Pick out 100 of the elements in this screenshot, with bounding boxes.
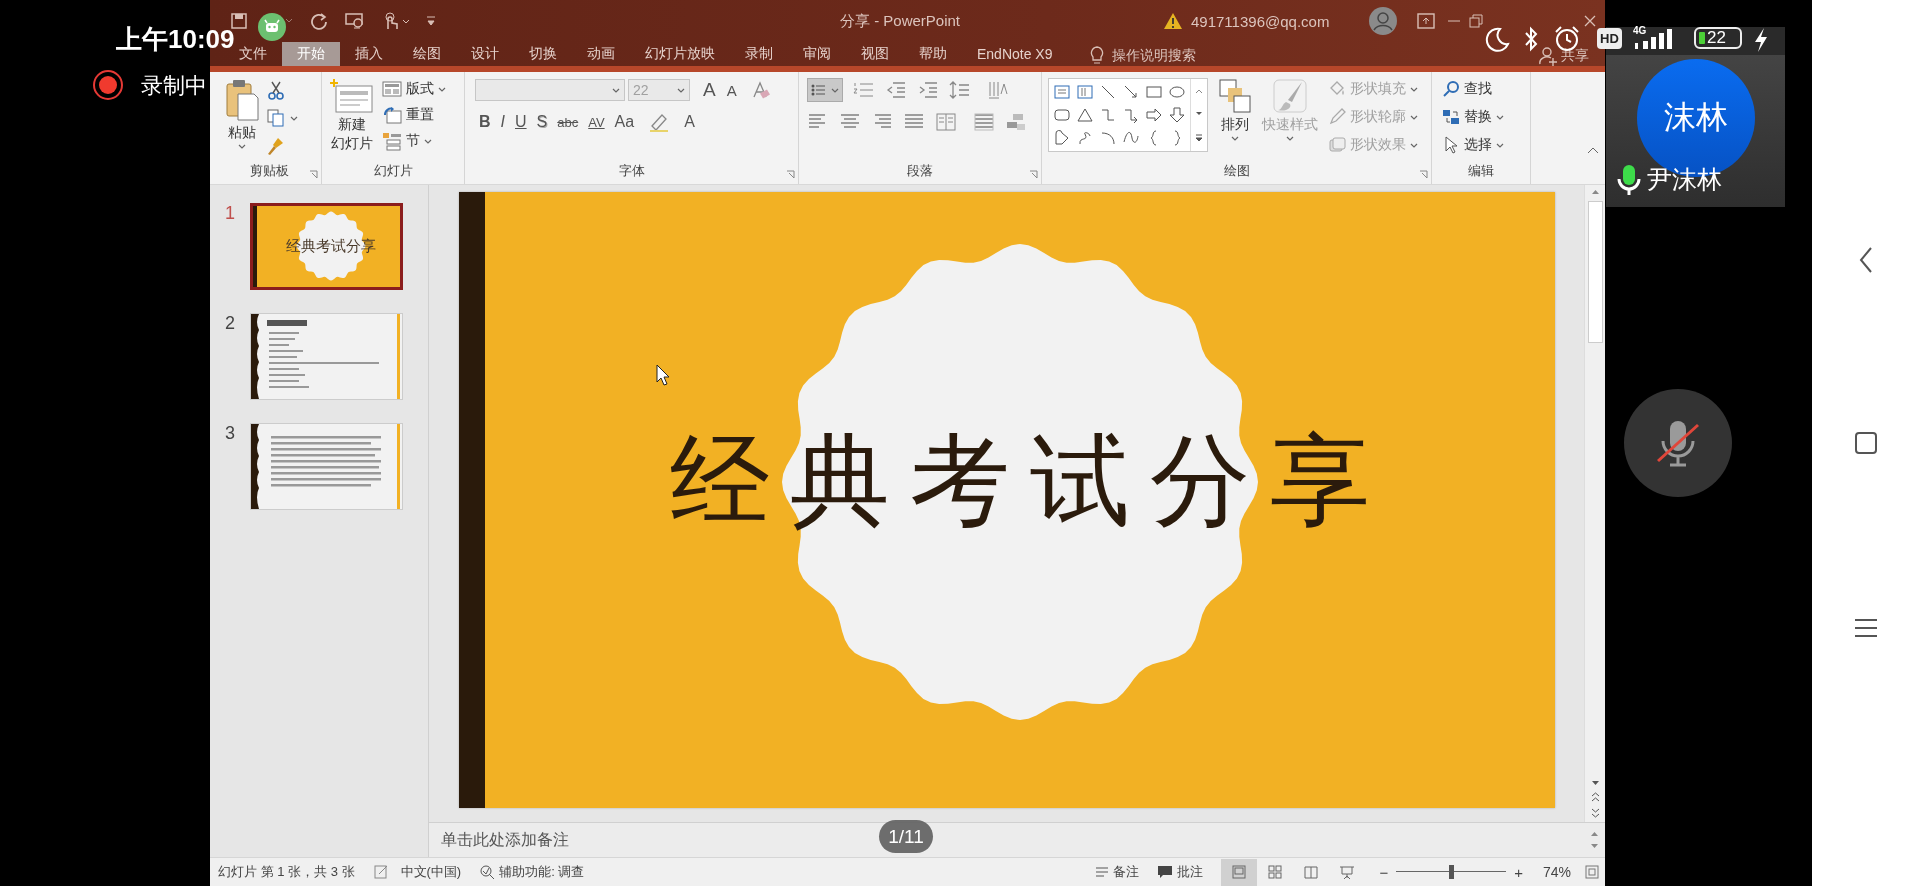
format-painter-icon[interactable]	[266, 136, 286, 156]
scroll-up-icon[interactable]	[1590, 189, 1600, 195]
ribbon-tab[interactable]: 设计	[456, 42, 514, 66]
scroll-up-icon[interactable]	[1590, 831, 1599, 837]
ribbon-button[interactable]: 重置	[382, 104, 446, 126]
shape-icon[interactable]	[1100, 84, 1117, 101]
dropdown-caret-icon[interactable]	[438, 85, 446, 93]
dropdown-caret-icon[interactable]	[1496, 141, 1504, 149]
ribbon-tab[interactable]: 动画	[572, 42, 630, 66]
dropdown-caret-icon[interactable]	[424, 137, 432, 145]
dialog-launcher-icon[interactable]	[1419, 170, 1428, 179]
font-name-field[interactable]	[475, 79, 625, 101]
font-format-button[interactable]: Aa	[610, 110, 639, 134]
dialog-launcher-icon[interactable]	[1029, 170, 1038, 179]
next-slide-icon[interactable]	[1590, 808, 1600, 818]
zoom-slider[interactable]	[1396, 865, 1507, 879]
tell-me-search[interactable]: 操作说明搜索	[1111, 47, 1196, 65]
ribbon-tab[interactable]: 插入	[340, 42, 398, 66]
shape-icon[interactable]	[1168, 107, 1185, 123]
slide-thumbnail[interactable]	[250, 313, 403, 400]
font-format-button[interactable]: I	[496, 110, 509, 134]
ribbon-tab[interactable]: EndNote X9	[962, 42, 1068, 66]
dropdown-caret-icon[interactable]	[831, 86, 839, 94]
previous-slide-icon[interactable]	[1590, 792, 1600, 802]
shape-icon[interactable]	[1145, 107, 1162, 123]
ribbon-button[interactable]: 版式	[382, 78, 446, 100]
accessibility-button[interactable]: 辅助功能: 调查	[479, 863, 585, 881]
scroll-up-icon[interactable]	[1195, 87, 1203, 94]
dropdown-caret-icon[interactable]	[290, 114, 298, 122]
line-spacing-icon[interactable]	[949, 80, 971, 100]
text-direction-icon[interactable]	[987, 80, 1009, 100]
more-icon[interactable]	[1195, 134, 1203, 143]
shape-icon[interactable]	[1122, 107, 1139, 123]
dropdown-caret-icon[interactable]	[677, 86, 685, 94]
font-format-button[interactable]: S	[532, 110, 552, 134]
spell-check-icon[interactable]	[372, 864, 389, 880]
language-button[interactable]: 中文(中国)	[400, 863, 462, 881]
dropdown-caret-icon[interactable]	[238, 142, 246, 150]
font-format-button[interactable]: A	[680, 110, 699, 134]
ribbon-button[interactable]: 节	[382, 130, 446, 152]
shape-icon[interactable]	[1168, 84, 1185, 101]
redo-icon[interactable]	[310, 12, 328, 30]
zoom-out-button[interactable]: −	[1379, 863, 1389, 881]
shape-icon[interactable]	[1054, 107, 1071, 123]
dropdown-caret-icon[interactable]	[1231, 134, 1239, 142]
view-button[interactable]	[1221, 858, 1258, 886]
copy-icon[interactable]	[266, 108, 286, 128]
new-slide-button[interactable]: 新建 幻灯片	[328, 78, 376, 152]
slide-canvas[interactable]: 经典考试分享	[459, 192, 1555, 808]
lightbulb-icon[interactable]	[1089, 46, 1104, 66]
shape-icon[interactable]	[1077, 107, 1094, 123]
scroll-down-icon[interactable]	[1195, 111, 1203, 117]
customize-toolbar-icon[interactable]	[426, 15, 436, 27]
restore-icon[interactable]	[1469, 14, 1484, 28]
font-format-button[interactable]: abc	[553, 110, 583, 134]
fit-to-window-icon[interactable]	[1585, 865, 1599, 879]
decrease-indent-icon[interactable]	[885, 80, 907, 100]
ribbon-button[interactable]: 查找	[1442, 78, 1504, 100]
ribbon-tab[interactable]: 帮助	[904, 42, 962, 66]
vertical-scrollbar[interactable]	[1584, 185, 1605, 822]
presentation-icon[interactable]	[344, 12, 366, 30]
user-avatar-icon[interactable]	[1369, 7, 1398, 35]
ribbon-button[interactable]: 选择	[1442, 134, 1504, 156]
ribbon-tab[interactable]: 切换	[514, 42, 572, 66]
shape-icon[interactable]	[1054, 129, 1071, 146]
ribbon-button[interactable]: 替换	[1442, 106, 1504, 128]
shape-icon[interactable]	[1100, 129, 1117, 146]
shape-icon[interactable]	[1122, 129, 1139, 146]
save-icon[interactable]	[230, 12, 248, 30]
dialog-launcher-icon[interactable]	[309, 170, 318, 179]
increase-font-size-button[interactable]: A	[699, 78, 720, 102]
smartart-icon[interactable]	[1005, 112, 1027, 132]
zoom-level-button[interactable]: 74%	[1542, 864, 1571, 880]
highlighter-icon[interactable]	[648, 112, 671, 132]
font-format-button[interactable]: U	[511, 110, 531, 134]
dropdown-caret-icon[interactable]	[1496, 113, 1504, 121]
comments-button[interactable]: 批注	[1157, 863, 1204, 881]
decrease-font-size-button[interactable]: A	[722, 78, 741, 102]
scrollbar-thumb[interactable]	[1587, 201, 1603, 343]
notes-button[interactable]: 备注	[1095, 863, 1140, 881]
align-text-icon[interactable]	[973, 112, 995, 132]
ribbon-tab[interactable]: 绘图	[398, 42, 456, 66]
ribbon-tab[interactable]: 视图	[846, 42, 904, 66]
scissors-icon[interactable]	[266, 80, 286, 100]
ribbon-tab[interactable]: 幻灯片放映	[630, 42, 730, 66]
scroll-down-icon[interactable]	[1590, 780, 1600, 786]
dropdown-caret-icon[interactable]	[612, 86, 620, 94]
collapse-ribbon-icon[interactable]	[1587, 146, 1599, 154]
font-format-button[interactable]: AV	[584, 110, 609, 134]
notes-placeholder[interactable]: 单击此处添加备注	[441, 829, 569, 851]
ribbon-button[interactable]: 排列	[1218, 78, 1252, 142]
zoom-in-button[interactable]: +	[1514, 863, 1523, 881]
square-icon[interactable]	[1854, 431, 1878, 455]
back-icon[interactable]	[1858, 246, 1874, 274]
bullets-button[interactable]	[807, 78, 843, 102]
slider-thumb[interactable]	[1448, 865, 1454, 879]
ribbon-tab[interactable]: 审阅	[788, 42, 846, 66]
slide-thumbnail[interactable]	[250, 423, 403, 510]
ribbon-tab[interactable]: 录制	[730, 42, 788, 66]
shape-icon[interactable]	[1122, 84, 1139, 101]
